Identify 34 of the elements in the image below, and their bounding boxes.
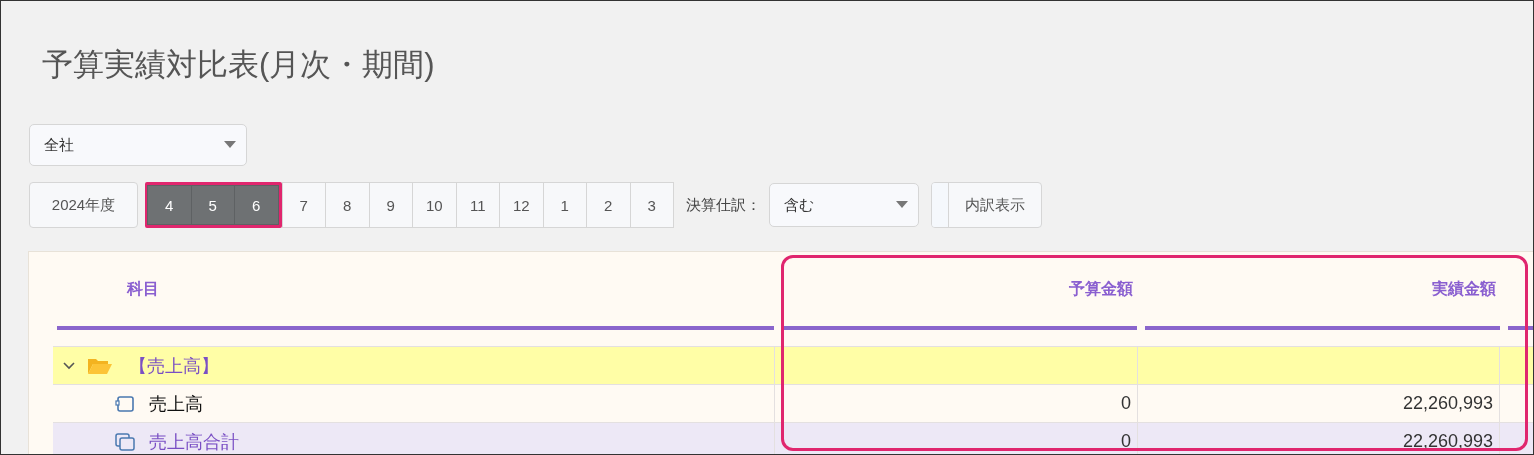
total-label: 売上高合計 — [149, 430, 239, 454]
column-header: 実績金額 — [1145, 252, 1500, 330]
department-select[interactable]: 全社 — [29, 124, 247, 166]
caret-icon — [896, 201, 908, 209]
group-label: 【売上高】 — [129, 354, 219, 378]
page-title: 予算実績対比表(月次・期間) — [41, 46, 436, 84]
document-icon — [115, 394, 135, 413]
month-button[interactable]: 4 — [147, 185, 192, 225]
amount-cell: 22,260,993 — [1402, 393, 1493, 414]
amount-cell: 0 — [1121, 393, 1131, 414]
breakdown-button[interactable]: 内訳表示 — [931, 182, 1042, 228]
month-button[interactable]: 5 — [190, 185, 235, 225]
account-label: 売上高 — [149, 392, 203, 416]
caret-icon — [224, 141, 236, 149]
month-button[interactable]: 6 — [234, 185, 279, 225]
month-button[interactable]: 2 — [586, 182, 631, 228]
month-button[interactable]: 10 — [412, 182, 457, 228]
column-header: 予算金額 — [782, 252, 1137, 330]
month-button[interactable]: 8 — [325, 182, 370, 228]
month-button[interactable]: 1 — [542, 182, 587, 228]
closing-entries-label: 決算仕訳： — [686, 195, 761, 215]
month-button[interactable]: 7 — [281, 182, 326, 228]
amount-cell: 22,260,993 — [1402, 431, 1493, 452]
chevron-icon[interactable] — [63, 361, 75, 370]
column-header: 科目 — [57, 252, 774, 330]
month-button[interactable]: 11 — [455, 182, 500, 228]
month-button[interactable]: 9 — [368, 182, 413, 228]
fiscal-year-button[interactable]: 2024年度 — [29, 182, 138, 228]
folder-icon — [87, 356, 113, 375]
amount-cell: 0 — [1121, 431, 1131, 452]
stack-icon — [115, 432, 135, 451]
closing-entries-select[interactable]: 含む — [769, 183, 919, 227]
month-button[interactable]: 3 — [629, 182, 674, 228]
month-button[interactable]: 12 — [499, 182, 544, 228]
